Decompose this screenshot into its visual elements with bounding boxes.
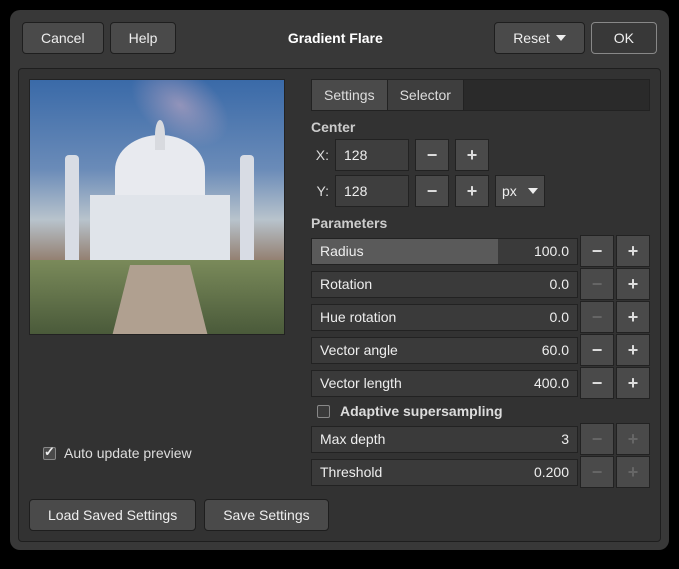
param-label: Radius [312, 243, 364, 259]
x-label: X: [311, 147, 329, 163]
y-plus-button[interactable]: + [455, 175, 489, 207]
unit-label: px [502, 183, 517, 199]
chevron-down-icon [528, 188, 538, 194]
param-label: Rotation [312, 276, 372, 292]
parameters-section-label: Parameters [311, 215, 650, 231]
param-slider[interactable]: Vector length 400.0 [311, 370, 578, 397]
center-x-row: X: − + [311, 139, 650, 171]
param-row-rotation: Rotation 0.0−+ [311, 268, 650, 300]
param-label: Hue rotation [312, 309, 396, 325]
threshold-plus-button: + [616, 456, 650, 488]
unit-select[interactable]: px [495, 175, 545, 207]
param-plus-button[interactable]: + [616, 235, 650, 267]
param-value: 0.0 [550, 309, 569, 325]
param-row-vector-length: Vector length 400.0−+ [311, 367, 650, 399]
param-minus-button[interactable]: − [580, 235, 614, 267]
left-column: Auto update preview [29, 79, 299, 489]
threshold-minus-button: − [580, 456, 614, 488]
footer-buttons: Load Saved Settings Save Settings [29, 499, 650, 531]
param-minus-button[interactable]: − [580, 367, 614, 399]
reset-label: Reset [513, 30, 550, 46]
param-minus-button: − [580, 301, 614, 333]
max-depth-minus-button: − [580, 423, 614, 455]
adaptive-supersampling-row: Adaptive supersampling [317, 403, 650, 419]
y-minus-button[interactable]: − [415, 175, 449, 207]
dialog-window: Cancel Help Gradient Flare Reset OK [10, 10, 669, 550]
x-minus-button[interactable]: − [415, 139, 449, 171]
ok-button[interactable]: OK [591, 22, 657, 54]
y-label: Y: [311, 183, 329, 199]
threshold-row: Threshold 0.200 − + [311, 456, 650, 488]
param-plus-button[interactable]: + [616, 367, 650, 399]
adaptive-label: Adaptive supersampling [340, 403, 503, 419]
param-value: 60.0 [542, 342, 569, 358]
title-bar: Cancel Help Gradient Flare Reset OK [18, 18, 661, 58]
save-settings-button[interactable]: Save Settings [204, 499, 328, 531]
param-plus-button[interactable]: + [616, 334, 650, 366]
param-slider[interactable]: Rotation 0.0 [311, 271, 578, 298]
main-row: Auto update preview Settings Selector Ce… [29, 79, 650, 489]
center-y-row: Y: − + px [311, 175, 650, 207]
tab-settings[interactable]: Settings [312, 80, 388, 110]
x-input[interactable] [335, 139, 409, 171]
adaptive-checkbox[interactable] [317, 405, 330, 418]
tab-selector[interactable]: Selector [388, 80, 464, 110]
auto-update-checkbox[interactable] [43, 447, 56, 460]
param-minus-button[interactable]: − [580, 334, 614, 366]
param-label: Vector length [312, 375, 402, 391]
right-column: Settings Selector Center X: − + Y: − + [311, 79, 650, 489]
max-depth-row: Max depth 3 − + [311, 423, 650, 455]
reset-button[interactable]: Reset [494, 22, 585, 54]
param-row-vector-angle: Vector angle 60.0−+ [311, 334, 650, 366]
content-area: Auto update preview Settings Selector Ce… [18, 68, 661, 542]
param-slider[interactable]: Hue rotation 0.0 [311, 304, 578, 331]
param-minus-button: − [580, 268, 614, 300]
param-value: 0.0 [550, 276, 569, 292]
max-depth-value: 3 [561, 431, 569, 447]
auto-update-label: Auto update preview [64, 445, 192, 461]
x-plus-button[interactable]: + [455, 139, 489, 171]
tab-bar: Settings Selector [311, 79, 650, 111]
param-value: 100.0 [534, 243, 569, 259]
param-label: Vector angle [312, 342, 398, 358]
cancel-button[interactable]: Cancel [22, 22, 104, 54]
param-slider[interactable]: Radius 100.0 [311, 238, 578, 265]
param-slider[interactable]: Vector angle 60.0 [311, 337, 578, 364]
auto-update-row: Auto update preview [29, 445, 299, 461]
load-settings-button[interactable]: Load Saved Settings [29, 499, 196, 531]
param-plus-button[interactable]: + [616, 268, 650, 300]
param-row-radius: Radius 100.0−+ [311, 235, 650, 267]
max-depth-slider[interactable]: Max depth 3 [311, 426, 578, 453]
param-plus-button[interactable]: + [616, 301, 650, 333]
max-depth-label: Max depth [312, 431, 385, 447]
y-input[interactable] [335, 175, 409, 207]
threshold-label: Threshold [312, 464, 382, 480]
param-row-hue-rotation: Hue rotation 0.0−+ [311, 301, 650, 333]
center-section-label: Center [311, 119, 650, 135]
preview-image [29, 79, 285, 335]
threshold-slider[interactable]: Threshold 0.200 [311, 459, 578, 486]
max-depth-plus-button: + [616, 423, 650, 455]
help-button[interactable]: Help [110, 22, 177, 54]
threshold-value: 0.200 [534, 464, 569, 480]
dialog-title: Gradient Flare [182, 30, 488, 46]
chevron-down-icon [556, 35, 566, 41]
param-value: 400.0 [534, 375, 569, 391]
